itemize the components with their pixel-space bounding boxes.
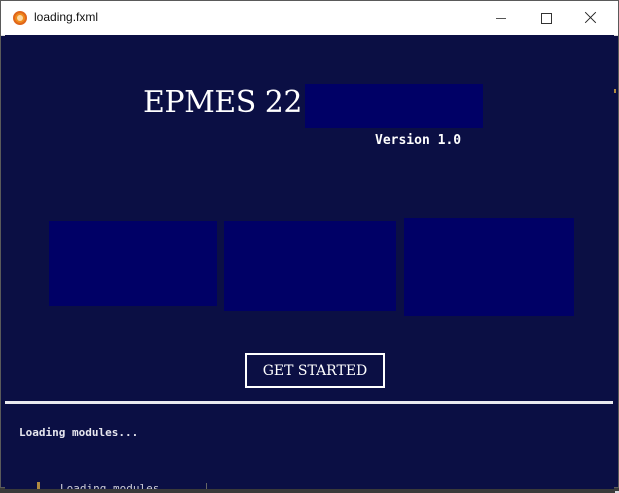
- loading-progress-fill: [5, 401, 613, 404]
- maximize-icon: [541, 13, 552, 24]
- window-title: loading.fxml: [34, 10, 99, 24]
- app-window: loading.fxml EPMES 22 Version 1.0 GET ST…: [0, 0, 619, 493]
- feature-panel-1: [49, 221, 217, 306]
- background-divider: [206, 483, 207, 489]
- close-icon: [585, 11, 597, 23]
- feature-panel-2: [224, 221, 396, 311]
- app-logo-icon: [13, 11, 27, 25]
- title-bar[interactable]: loading.fxml: [1, 1, 618, 36]
- minimize-button[interactable]: [479, 1, 523, 35]
- loading-progress-bar: [5, 401, 613, 404]
- maximize-button[interactable]: [524, 1, 568, 35]
- minimize-icon: [496, 18, 506, 19]
- logo-placeholder: [305, 84, 483, 128]
- version-label: Version 1.0: [375, 133, 462, 148]
- splash-screen: EPMES 22 Version 1.0 GET STARTED Loading…: [5, 35, 619, 493]
- close-button[interactable]: [569, 1, 613, 35]
- feature-panel-3: [404, 218, 574, 316]
- edge-mark: [614, 89, 616, 93]
- get-started-button[interactable]: GET STARTED: [245, 353, 385, 388]
- app-title: EPMES 22: [143, 85, 302, 120]
- loading-status: Loading modules...: [19, 426, 139, 439]
